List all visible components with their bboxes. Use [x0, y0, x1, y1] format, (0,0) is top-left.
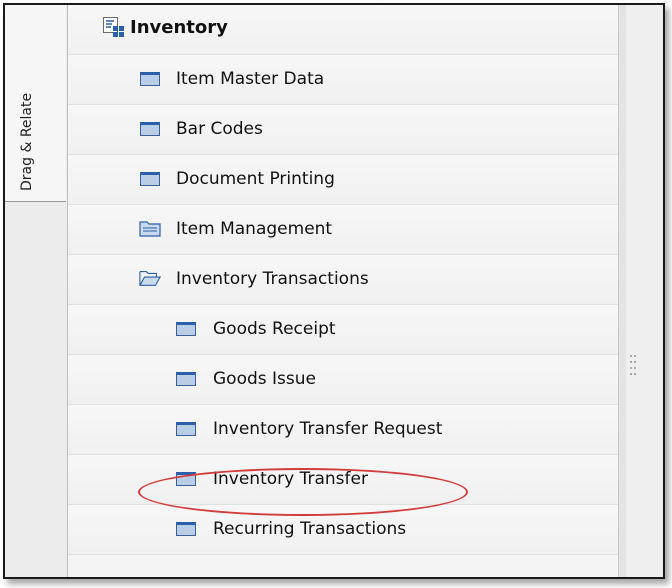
right-pane: [626, 5, 663, 577]
form-icon: [140, 122, 160, 136]
form-icon: [176, 472, 196, 486]
tree-item-label: Bar Codes: [176, 119, 263, 139]
tree-item-label: Goods Receipt: [213, 319, 336, 339]
tree-item-item-management[interactable]: Item Management: [68, 205, 618, 255]
tree-item-goods-receipt[interactable]: Goods Receipt: [68, 305, 618, 355]
module-window: Drag & Relate Inventory Item Master Data…: [3, 3, 665, 579]
side-tab-strip: Drag & Relate: [5, 5, 68, 577]
drag-relate-tab[interactable]: Drag & Relate: [5, 5, 66, 202]
tree-item-label: Item Master Data: [176, 69, 325, 89]
folder-closed-icon: [139, 221, 161, 237]
tree-item-inventory-transfer[interactable]: Inventory Transfer: [68, 455, 618, 505]
module-tree: Inventory Item Master Data Bar Codes Doc…: [68, 5, 618, 577]
tree-item-label: Item Management: [176, 219, 333, 239]
tree-root-inventory[interactable]: Inventory: [68, 5, 618, 55]
drag-relate-tab-label: Drag & Relate: [19, 92, 35, 191]
tree-item-label: Inventory Transactions: [176, 269, 369, 289]
resize-grip-icon[interactable]: [629, 353, 639, 375]
tree-item-bar-codes[interactable]: Bar Codes: [68, 105, 618, 155]
tree-item-label: Goods Issue: [213, 369, 316, 389]
tree-item-label: Inventory Transfer: [213, 469, 368, 489]
form-icon: [176, 422, 196, 436]
form-icon: [140, 172, 160, 186]
tree-item-inventory-transactions[interactable]: Inventory Transactions: [68, 255, 618, 305]
tree-item-label: Document Printing: [176, 169, 335, 189]
form-icon: [140, 72, 160, 86]
form-icon: [176, 522, 196, 536]
tree-item-document-printing[interactable]: Document Printing: [68, 155, 618, 205]
tree-root-label: Inventory: [130, 17, 228, 38]
module-icon: [103, 17, 124, 37]
form-icon: [176, 372, 196, 386]
tree-item-goods-issue[interactable]: Goods Issue: [68, 355, 618, 405]
tree-item-recurring-transactions[interactable]: Recurring Transactions: [68, 505, 618, 555]
form-icon: [176, 322, 196, 336]
tree-item-label: Inventory Transfer Request: [213, 419, 443, 439]
folder-open-icon: [139, 271, 161, 286]
tree-item-item-master-data[interactable]: Item Master Data: [68, 55, 618, 105]
tree-item-label: Recurring Transactions: [213, 519, 407, 539]
tree-item-inventory-transfer-request[interactable]: Inventory Transfer Request: [68, 405, 618, 455]
